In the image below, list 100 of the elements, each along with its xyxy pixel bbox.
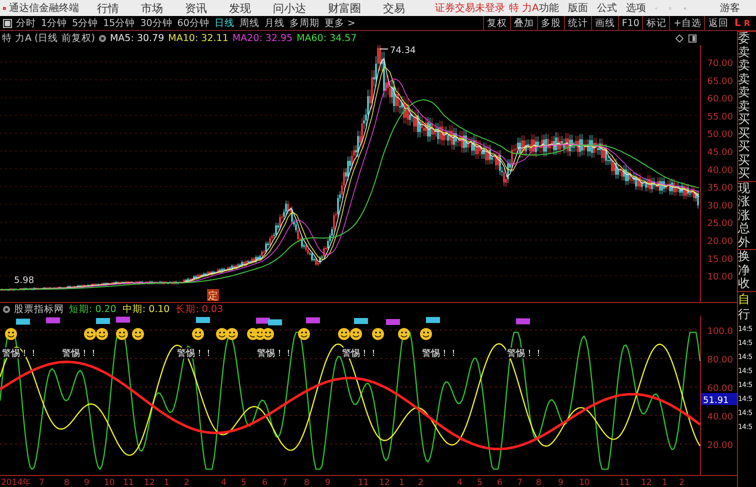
price-axis-label: 30.00	[707, 201, 733, 212]
current-value-badge: 51.91	[701, 393, 737, 406]
date-axis-label: 10	[104, 478, 115, 487]
period-tab[interactable]: 15分钟	[103, 16, 136, 30]
date-axis-label: 5	[241, 478, 246, 487]
period-tab[interactable]: 更多 >	[324, 16, 356, 30]
menu-item[interactable]: 财富圈	[328, 0, 361, 16]
quote-field-label: 换	[738, 249, 756, 264]
indicator-axis-label: 80.00	[707, 356, 733, 366]
date-axis-label: 12	[641, 478, 652, 487]
date-axis-label: 8	[536, 478, 542, 487]
date-axis-label: 9	[325, 478, 330, 487]
panel-label[interactable]: 行	[738, 306, 756, 322]
menu-item[interactable]: 发现	[228, 0, 251, 16]
quote-field-label: 涨	[738, 195, 751, 208]
date-axis-label: 6	[497, 478, 502, 487]
date-axis-label: 5	[477, 478, 482, 487]
parameter-label: 长期:	[176, 303, 199, 316]
date-axis-label: 8	[304, 478, 310, 487]
moving-average-value: MA60: 34.57	[296, 32, 357, 44]
price-axis-label: 20.00	[707, 237, 733, 247]
panel-label[interactable]: 自	[738, 290, 756, 306]
date-axis-label: 1	[399, 478, 404, 487]
date-axis-label: 9	[558, 478, 564, 487]
date-axis-label: 7	[282, 478, 288, 487]
moving-average-value: MA10: 32.11	[168, 32, 228, 44]
login-status[interactable]: 证券交易未登录	[434, 1, 505, 15]
quote-field-label: 买	[738, 113, 751, 126]
price-axis-label: 60.00	[707, 94, 733, 105]
quote-field-label: 总	[738, 222, 751, 236]
price-axis-label: 45.00	[707, 148, 733, 158]
menu-item[interactable]: 功能	[538, 1, 559, 15]
indicator-axis-label: 20.00	[707, 441, 733, 451]
menu-item[interactable]: 公式	[596, 1, 617, 15]
indicator-name: 股票指标网	[14, 303, 64, 316]
date-axis-label: 12	[144, 478, 155, 487]
quote-field-label: 买	[738, 140, 751, 154]
quote-field-label: 外	[738, 236, 751, 249]
menu-item[interactable]: 选项	[626, 1, 646, 15]
date-axis-label: 1	[164, 478, 170, 487]
warning-signal-label: 警惕！！	[422, 349, 458, 359]
menu-item[interactable]: 交易	[382, 0, 405, 16]
menu-item[interactable]: 行情	[96, 0, 119, 16]
period-tab[interactable]: 30分钟	[140, 16, 172, 30]
period-tab[interactable]: 60分钟	[177, 16, 210, 30]
quote-field-label: 买	[738, 167, 751, 180]
price-axis-label: 65.00	[707, 76, 733, 87]
quote-field-label: 涨	[738, 208, 751, 222]
date-axis-label: 7	[517, 478, 522, 487]
date-axis-label: 2	[184, 478, 190, 487]
price-axis-label: 70.00	[707, 59, 733, 69]
period-tab[interactable]: 分时	[16, 16, 36, 30]
date-axis-label: 4	[221, 478, 226, 487]
date-axis-label: 4	[457, 478, 462, 487]
app-name: 通达信金融终端	[8, 2, 79, 15]
quote-field-label: 收	[738, 277, 751, 290]
date-axis-label: 2	[679, 478, 684, 487]
moving-average-value: MA5: 30.79	[110, 32, 164, 44]
parameter-label: 短期:	[69, 303, 92, 316]
quote-field-label: 卖	[738, 72, 751, 86]
menu-item[interactable]: 版面	[568, 1, 588, 15]
quote-field-label: 买	[738, 154, 751, 167]
price-axis-label: 25.00	[707, 219, 733, 230]
date-axis-label: 2014年	[1, 478, 32, 487]
quote-field-label: 卖	[738, 100, 751, 113]
price-axis-label: 55.00	[707, 112, 733, 122]
quote-field-label: 净	[738, 264, 751, 277]
moving-average-value: MA20: 32.95	[232, 32, 293, 44]
panel-tab[interactable]: L	[734, 18, 741, 28]
event-marker: 定	[207, 289, 219, 302]
date-axis-label: 11	[123, 478, 134, 487]
quote-field-label: 现	[738, 180, 756, 195]
period-tab[interactable]: 5分钟	[72, 16, 98, 30]
quote-field-label: 卖	[738, 59, 751, 72]
menu-item[interactable]: 市场	[140, 0, 163, 16]
price-axis-label: 15.00	[707, 254, 733, 265]
menu-item[interactable]: 资讯	[184, 0, 207, 16]
price-axis-label: 35.00	[707, 184, 733, 194]
period-tab[interactable]: 月线	[264, 16, 284, 30]
period-tab[interactable]: 日线	[214, 16, 234, 30]
indicator-axis-label: 40.00	[707, 412, 733, 422]
menu-item[interactable]: 问小达	[272, 0, 306, 16]
price-axis-label: 10.00	[707, 272, 733, 283]
low-price-label: 5.98	[14, 276, 34, 286]
warning-signal-label: 警惕！！	[257, 349, 293, 359]
parameter-value: 0.10	[148, 304, 170, 315]
user-name[interactable]: 游客	[720, 1, 740, 15]
period-tab[interactable]: 周线	[239, 16, 260, 30]
quote-field-label: 买	[738, 126, 751, 140]
period-tab[interactable]: 多周期	[289, 16, 320, 30]
indicator-axis-label: 100.0	[707, 327, 733, 337]
period-tab[interactable]: 1分钟	[41, 16, 68, 30]
high-price-label: 74.34	[390, 46, 416, 56]
date-axis-label: 11	[358, 478, 369, 487]
date-axis-label: 11	[619, 478, 630, 487]
panel-tab[interactable]: R	[744, 18, 750, 28]
indicator-axis-label: 60.00	[707, 384, 733, 394]
date-axis-label: 6	[262, 478, 268, 487]
parameter-label: 中期:	[122, 303, 146, 316]
price-axis-label: 50.00	[707, 130, 733, 140]
